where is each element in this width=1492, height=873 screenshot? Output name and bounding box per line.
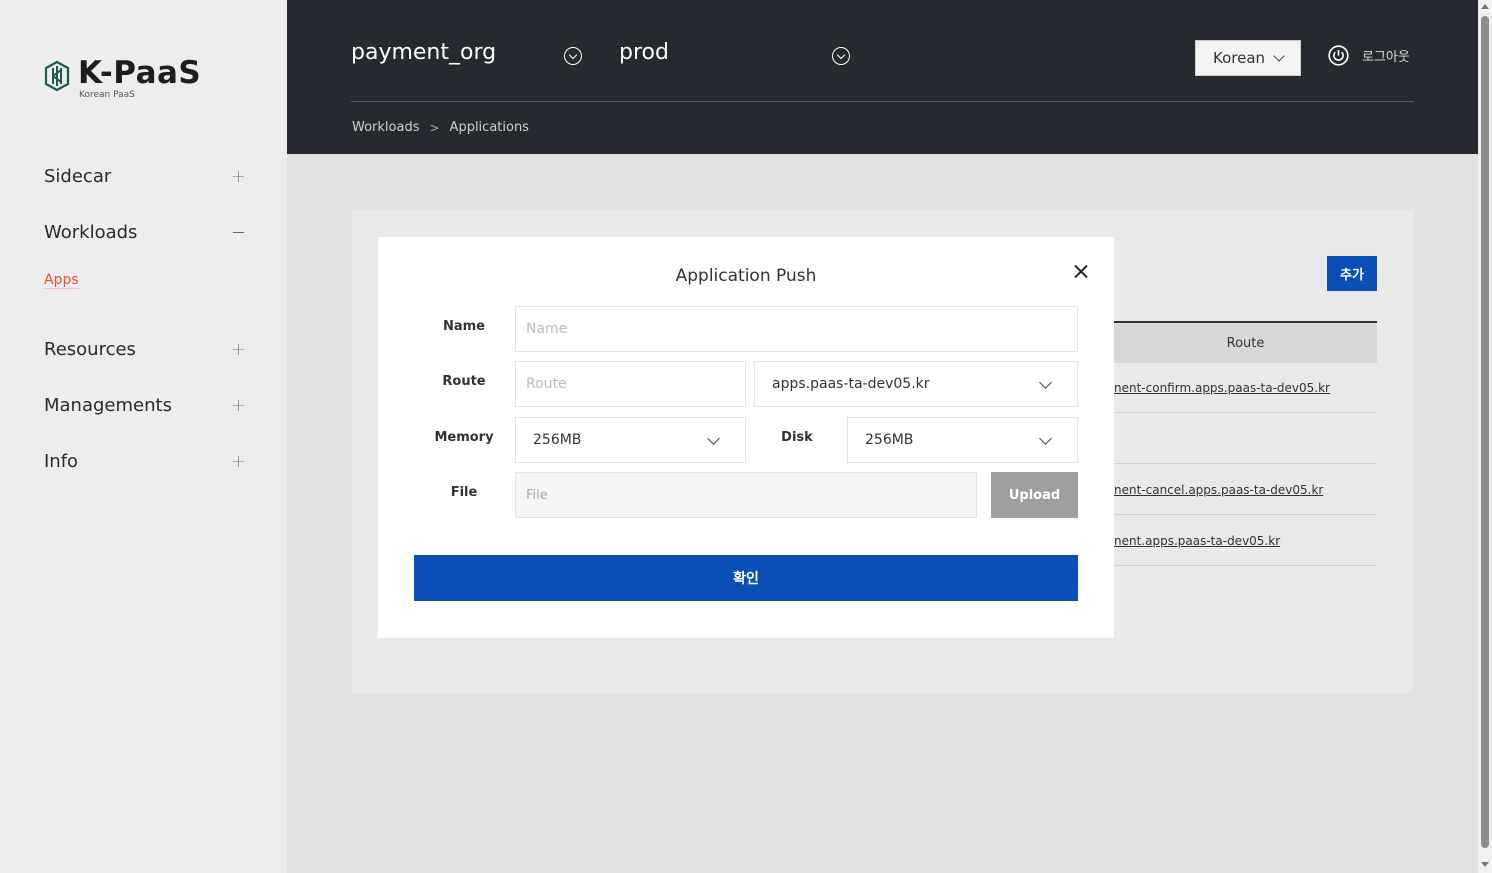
sidebar: K-PaaS Korean PaaS Sidecar + Workloads −… [0,0,287,873]
application-push-modal: Application Push Name Name Route Route a… [378,237,1114,638]
route-link[interactable]: nent-confirm.apps.paas-ta-dev05.kr [1114,381,1330,395]
power-icon[interactable] [1328,45,1349,66]
route-label: Route [442,374,486,389]
scroll-down-arrow-icon[interactable] [1481,862,1489,867]
scrollbar-thumb[interactable] [1481,16,1489,848]
sidebar-item-resources[interactable]: Resources + [44,339,246,360]
disk-select[interactable]: 256MB [847,417,1078,463]
org-select-chevron-icon[interactable] [564,47,582,65]
memory-label: Memory [434,430,494,445]
top-header: payment_org prod Korean 로그아웃 Workloads >… [287,0,1478,154]
name-label: Name [442,319,485,334]
expand-plus-icon[interactable]: + [231,166,246,187]
logo-subtitle: Korean PaaS [79,90,135,100]
file-label: File [450,485,478,500]
breadcrumb: Workloads > Applications [352,120,529,135]
language-select[interactable]: Korean [1195,40,1301,76]
org-name: payment_org [351,40,497,65]
route-input[interactable]: Route [515,361,746,407]
name-input[interactable]: Name [515,306,1078,352]
sidebar-item-info[interactable]: Info + [44,451,246,472]
expand-plus-icon[interactable]: + [231,395,246,416]
file-input[interactable]: File [515,472,977,518]
disk-value: 256MB [865,432,914,448]
sidebar-item-label: Managements [44,395,172,416]
close-icon[interactable] [1070,261,1092,283]
upload-button[interactable]: Upload [991,472,1078,518]
space-name: prod [619,40,669,65]
language-value: Korean [1213,49,1266,67]
sidebar-subitem-apps[interactable]: Apps [44,272,79,289]
sidebar-item-workloads[interactable]: Workloads − [44,222,246,243]
memory-select[interactable]: 256MB [515,417,746,463]
domain-select[interactable]: apps.paas-ta-dev05.kr [754,361,1078,407]
memory-value: 256MB [533,432,582,448]
table-row [1114,414,1377,464]
add-button[interactable]: 추가 [1327,256,1377,291]
k-paas-logo[interactable]: K-PaaS Korean PaaS [44,56,201,102]
route-link[interactable]: nent-cancel.apps.paas-ta-dev05.kr [1114,483,1323,497]
chevron-down-icon [707,432,720,445]
scrollbar[interactable] [1478,0,1492,873]
expand-plus-icon[interactable]: + [231,451,246,472]
sidebar-item-label: Sidecar [44,166,112,187]
logo-title: K-PaaS [78,55,202,91]
table-row: nent-confirm.apps.paas-ta-dev05.kr [1114,363,1377,413]
breadcrumb-applications[interactable]: Applications [450,120,529,135]
table-row: nent.apps.paas-ta-dev05.kr [1114,516,1377,566]
sidebar-item-sidecar[interactable]: Sidecar + [44,166,246,187]
sidebar-item-label: Workloads [44,222,138,243]
scroll-up-arrow-icon[interactable] [1481,4,1489,9]
chevron-down-icon [1273,50,1285,62]
chevron-down-icon [1039,432,1052,445]
confirm-button[interactable]: 확인 [414,555,1078,601]
breadcrumb-separator: > [429,120,440,135]
collapse-minus-icon[interactable]: − [231,222,246,243]
space-select-chevron-icon[interactable] [832,47,850,65]
disk-label: Disk [781,430,813,445]
table-header-route: Route [1114,321,1377,363]
chevron-down-icon [1039,376,1052,389]
modal-title: Application Push [675,266,817,286]
sidebar-item-label: Info [44,451,79,472]
k-paas-logo-icon [44,60,70,92]
logout-link[interactable]: 로그아웃 [1362,46,1410,65]
sidebar-item-managements[interactable]: Managements + [44,395,246,416]
header-divider [351,101,1414,102]
breadcrumb-workloads[interactable]: Workloads [352,120,419,135]
table-row: nent-cancel.apps.paas-ta-dev05.kr [1114,465,1377,515]
expand-plus-icon[interactable]: + [231,339,246,360]
route-link[interactable]: nent.apps.paas-ta-dev05.kr [1114,534,1280,548]
domain-value: apps.paas-ta-dev05.kr [772,376,930,392]
sidebar-item-label: Resources [44,339,136,360]
